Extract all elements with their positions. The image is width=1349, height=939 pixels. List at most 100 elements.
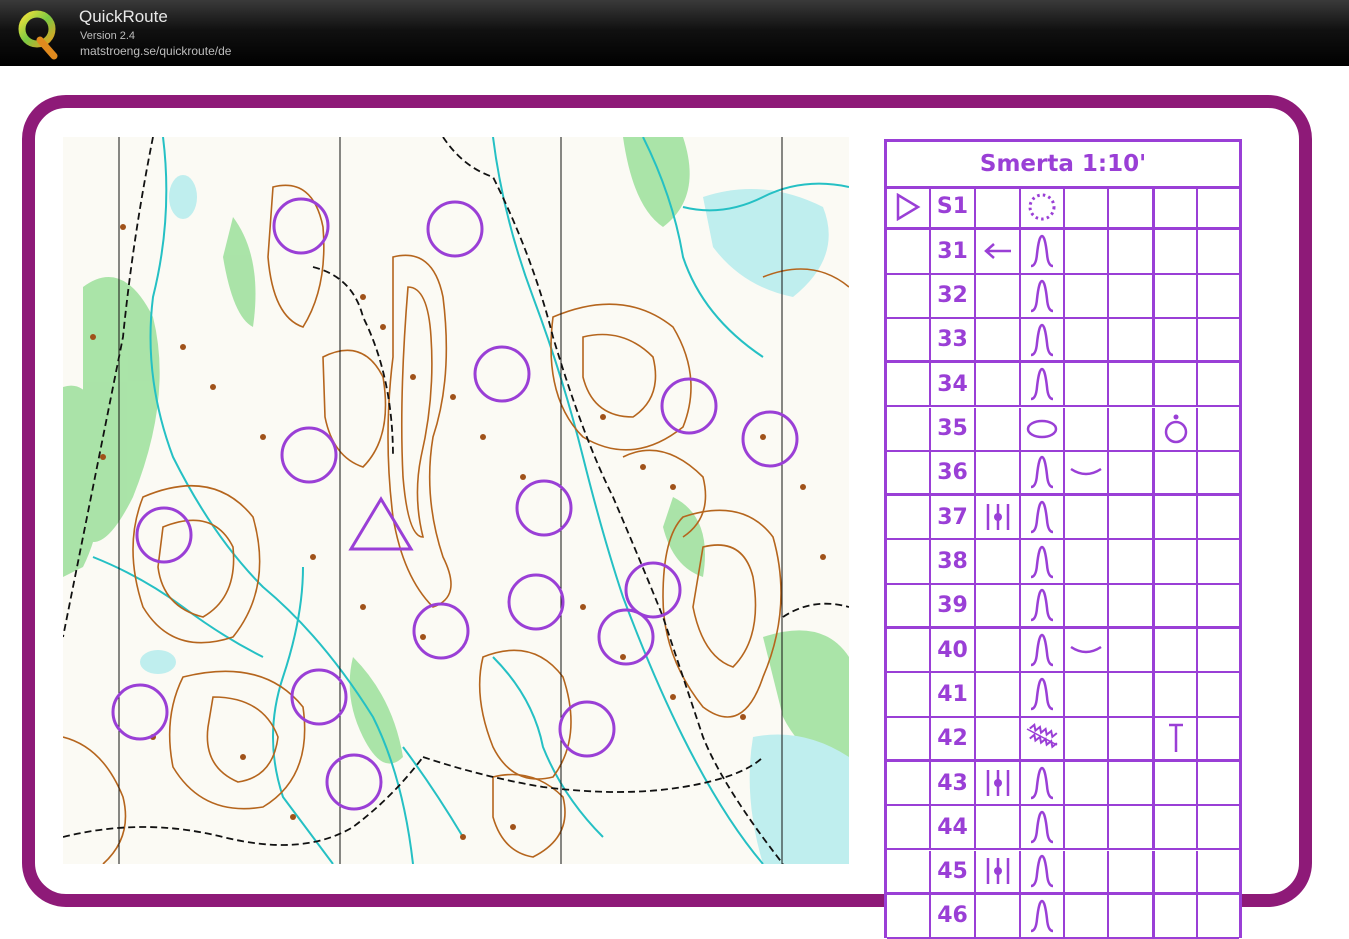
control-number: 46 <box>937 903 968 929</box>
blank-cell <box>974 274 1019 317</box>
blank-cell <box>1063 673 1107 716</box>
control-code: 36 <box>929 451 974 494</box>
blank-cell <box>887 851 929 892</box>
control-number: 42 <box>937 725 968 751</box>
symbol-cell-direction <box>974 230 1019 273</box>
blank-cell <box>1152 629 1196 672</box>
blank-cell <box>1063 274 1107 317</box>
knoll-icon <box>1029 588 1055 622</box>
quickroute-logo-icon <box>18 10 58 60</box>
symbol-cell-direction <box>974 761 1019 805</box>
blank-cell <box>974 363 1019 406</box>
start-row: S1 <box>887 186 1239 231</box>
symbol-cell-feature <box>1019 584 1063 626</box>
knoll-icon <box>1029 545 1055 579</box>
blank-cell <box>887 363 929 405</box>
blank-cell <box>1152 806 1196 849</box>
symbol-cell-feature <box>1019 717 1063 759</box>
blank-cell <box>1152 496 1196 539</box>
control-number: 45 <box>937 858 968 884</box>
knoll-icon <box>1029 455 1055 489</box>
blank-cell <box>1107 850 1152 892</box>
blank-cell <box>1196 540 1239 583</box>
blank-cell <box>1152 894 1196 938</box>
blank-cell <box>974 318 1019 361</box>
symbol-cell-feature <box>1019 318 1063 361</box>
symbol-cell-detail <box>1063 629 1107 672</box>
blank-cell <box>887 230 929 272</box>
description-row: 32 <box>887 274 1239 319</box>
symbol-cell-feature <box>1019 363 1063 406</box>
blank-cell <box>974 717 1019 759</box>
title-bar: QuickRoute Version 2.4 matstroeng.se/qui… <box>0 0 1349 66</box>
blank-cell <box>974 806 1019 849</box>
description-row: 45 <box>887 850 1239 895</box>
description-row: 37 <box>887 496 1239 541</box>
symbol-cell-feature <box>1019 761 1063 805</box>
blank-cell <box>887 895 929 937</box>
blank-cell <box>887 275 929 317</box>
knoll-icon <box>1029 854 1055 888</box>
symbol-cell-feature <box>1019 806 1063 849</box>
symbol-cell-feature <box>1019 629 1063 672</box>
start-cell <box>887 186 929 227</box>
control-code: 43 <box>929 761 974 805</box>
knoll-icon <box>1029 500 1055 534</box>
blank-cell <box>1063 496 1107 539</box>
blank-cell <box>1196 230 1239 273</box>
blank-cell <box>1107 274 1152 317</box>
blank-cell <box>1152 274 1196 317</box>
symbol-cell-feature <box>1019 496 1063 539</box>
app-url[interactable]: matstroeng.se/quickroute/de <box>80 44 231 58</box>
blank-cell <box>1063 318 1107 361</box>
description-row: 38 <box>887 540 1239 585</box>
start-blank <box>1196 186 1239 228</box>
control-code: 33 <box>929 318 974 361</box>
control-number: 34 <box>937 371 968 397</box>
description-row: 40 <box>887 629 1239 674</box>
blank-cell <box>1107 584 1152 626</box>
blank-cell <box>1107 230 1152 273</box>
blank-cell <box>1063 850 1107 892</box>
blank-cell <box>887 629 929 671</box>
blank-cell <box>1063 717 1107 759</box>
blank-cell <box>974 540 1019 583</box>
description-row: 33 <box>887 318 1239 364</box>
knoll-icon <box>1029 810 1055 844</box>
blank-cell <box>1107 894 1152 938</box>
blank-cell <box>1107 629 1152 672</box>
blank-cell <box>1196 673 1239 716</box>
blank-cell <box>974 407 1019 450</box>
control-number: 36 <box>937 459 968 485</box>
control-number: 35 <box>937 416 968 442</box>
blank-cell <box>1107 806 1152 849</box>
symbol-cell-feature <box>1019 673 1063 716</box>
middle-of-three-icon <box>984 856 1012 886</box>
blank-cell <box>1063 761 1107 805</box>
foot-icon <box>1166 722 1186 754</box>
control-code: 38 <box>929 540 974 583</box>
blank-cell <box>1152 363 1196 406</box>
description-row: 44 <box>887 806 1239 851</box>
orienteering-map[interactable] <box>63 137 849 864</box>
blank-cell <box>1063 540 1107 583</box>
control-number: 41 <box>937 681 968 707</box>
blank-cell <box>1196 629 1239 672</box>
blank-cell <box>1063 806 1107 849</box>
blank-cell <box>887 718 929 759</box>
symbol-cell-feature <box>1019 850 1063 892</box>
control-code: 42 <box>929 717 974 759</box>
symbol-cell-feature <box>1019 407 1063 450</box>
blank-cell <box>1063 584 1107 626</box>
symbol-cell-location <box>1152 717 1196 759</box>
blank-cell <box>887 540 929 582</box>
symbol-cell-feature <box>1019 274 1063 317</box>
control-code: 34 <box>929 363 974 406</box>
symbol-cell-feature <box>1019 894 1063 938</box>
description-row: 43 <box>887 761 1239 807</box>
control-number: 43 <box>937 770 968 796</box>
blank-cell <box>1196 407 1239 450</box>
blank-cell <box>887 319 929 360</box>
control-number: 32 <box>937 283 968 309</box>
blank-cell <box>1152 584 1196 626</box>
